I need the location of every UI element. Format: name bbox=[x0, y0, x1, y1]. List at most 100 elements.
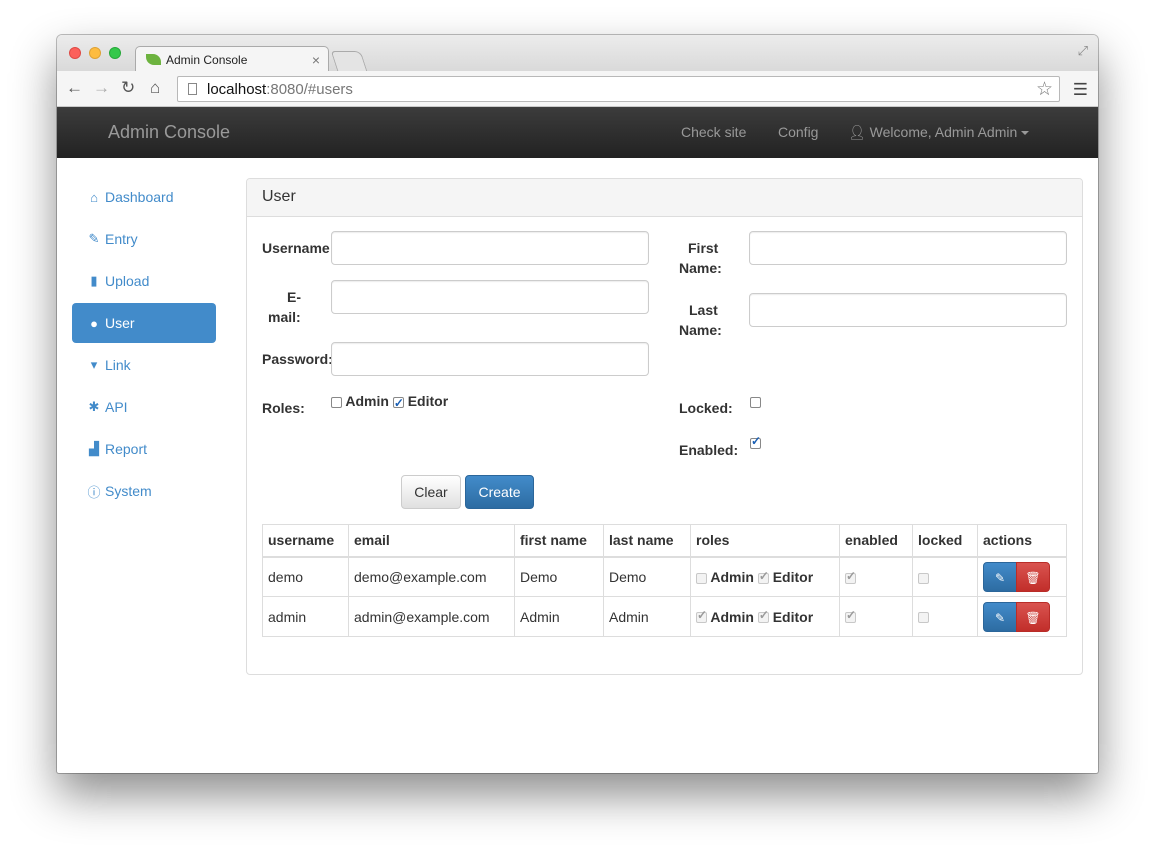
username-input[interactable] bbox=[331, 231, 649, 265]
home-button-icon[interactable]: ⌂ bbox=[150, 78, 160, 98]
reload-icon[interactable]: ↻ bbox=[121, 78, 135, 98]
sidebar-item-entry[interactable]: ✎ Entry bbox=[72, 219, 216, 259]
nav-config[interactable]: Config bbox=[778, 124, 818, 140]
col-locked: locked bbox=[912, 524, 978, 558]
create-button[interactable]: Create bbox=[465, 475, 534, 509]
clear-button[interactable]: Clear bbox=[401, 475, 461, 509]
sidebar-item-system[interactable]: ⓘ System bbox=[72, 471, 216, 511]
locked-checkbox[interactable] bbox=[750, 397, 761, 408]
user-icon: 👤︎ bbox=[848, 124, 866, 140]
app-navbar: Admin Console Check site Config 👤︎ Welco… bbox=[57, 107, 1098, 158]
home-icon: ⌂ bbox=[90, 189, 98, 205]
row-role-editor-checkbox bbox=[757, 608, 769, 624]
sidebar-item-label: Upload bbox=[105, 273, 150, 289]
lastname-input[interactable] bbox=[749, 293, 1067, 327]
url-path: :8080/#users bbox=[266, 80, 353, 98]
stats-icon: ▟ bbox=[89, 441, 99, 456]
minimize-window-button[interactable] bbox=[89, 47, 101, 59]
delete-button[interactable]: 🗑︎ bbox=[1016, 561, 1050, 592]
row-locked-checkbox bbox=[918, 572, 929, 584]
cell-locked bbox=[912, 596, 978, 637]
forward-arrow-icon[interactable]: → bbox=[93, 78, 110, 98]
sidebar-item-label: Entry bbox=[105, 231, 138, 247]
role-admin-checkbox[interactable] bbox=[331, 396, 342, 408]
sidebar-item-user[interactable]: ● User bbox=[72, 303, 216, 343]
cell-username: demo bbox=[262, 556, 349, 597]
email-label-line2: mail: bbox=[268, 309, 301, 325]
lastname-label-line1: Last bbox=[689, 302, 718, 318]
sidebar-item-upload[interactable]: ▮ Upload bbox=[72, 261, 216, 301]
lastname-label-line2: Name: bbox=[679, 322, 722, 338]
fullscreen-icon[interactable]: ⤢ bbox=[1078, 43, 1088, 59]
browser-toolbar: ← → ↻ ⌂ localhost:8080/#users ☆ ☰ bbox=[57, 71, 1098, 107]
cell-first-name: Admin bbox=[514, 596, 604, 637]
cell-first-name: Demo bbox=[514, 556, 604, 597]
new-tab-button[interactable] bbox=[330, 51, 368, 71]
cell-email: admin@example.com bbox=[348, 596, 515, 637]
cell-enabled bbox=[839, 596, 913, 637]
role-editor-label: Editor bbox=[407, 393, 449, 409]
password-input[interactable] bbox=[331, 342, 649, 376]
sidebar-item-dashboard[interactable]: ⌂ Dashboard bbox=[72, 177, 216, 217]
username-label: Username: bbox=[262, 240, 335, 256]
spring-leaf-icon bbox=[146, 54, 161, 65]
file-icon: ▮ bbox=[90, 273, 98, 288]
tab-close-icon[interactable]: × bbox=[312, 52, 320, 68]
sidebar-item-label: Dashboard bbox=[105, 189, 174, 205]
delete-button[interactable]: 🗑︎ bbox=[1016, 601, 1050, 632]
zoom-window-button[interactable] bbox=[109, 47, 121, 59]
table-row: demo demo@example.com Demo Demo Admin Ed… bbox=[262, 556, 1067, 597]
sidebar-item-report[interactable]: ▟ Report bbox=[72, 429, 216, 469]
browser-menu-icon[interactable]: ☰ bbox=[1073, 80, 1088, 100]
role-admin-label: Admin bbox=[345, 393, 389, 409]
browser-tab[interactable]: Admin Console × bbox=[135, 46, 329, 72]
panel-title: User bbox=[262, 188, 296, 205]
row-role-admin-checkbox bbox=[696, 572, 707, 584]
email-input[interactable] bbox=[331, 280, 649, 314]
browser-window: Admin Console × ⤢ ← → ↻ ⌂ localhost:8080… bbox=[57, 35, 1098, 773]
cell-actions: ✎ 🗑︎ bbox=[977, 556, 1067, 597]
col-last-name: last name bbox=[603, 524, 691, 558]
close-window-button[interactable] bbox=[69, 47, 81, 59]
sidebar-item-api[interactable]: ✱ API bbox=[72, 387, 216, 427]
enabled-checkbox[interactable] bbox=[750, 434, 761, 449]
browser-titlebar: Admin Console × ⤢ bbox=[57, 35, 1098, 72]
user-menu[interactable]: 👤︎ Welcome, Admin Admin bbox=[848, 124, 1030, 141]
caret-down-icon bbox=[1021, 131, 1030, 136]
firstname-input[interactable] bbox=[749, 231, 1067, 265]
cell-last-name: Admin bbox=[603, 596, 691, 637]
user-menu-label: Welcome, Admin Admin bbox=[869, 124, 1018, 140]
page-icon bbox=[188, 83, 197, 95]
trash-icon: 🗑︎ bbox=[1025, 610, 1041, 625]
sidebar-item-label: User bbox=[105, 315, 135, 331]
sidebar-item-link[interactable]: ▾ Link bbox=[72, 345, 216, 385]
cell-enabled bbox=[839, 556, 913, 597]
cell-actions: ✎ 🗑︎ bbox=[977, 596, 1067, 637]
col-roles: roles bbox=[690, 524, 840, 558]
firstname-label-line1: First bbox=[688, 240, 719, 256]
tab-title: Admin Console bbox=[166, 52, 248, 67]
edit-button[interactable]: ✎ bbox=[983, 601, 1017, 632]
address-bar[interactable]: localhost:8080/#users ☆ bbox=[177, 76, 1060, 102]
edit-icon: ✎ bbox=[994, 610, 1006, 625]
table-row: admin admin@example.com Admin Admin Admi… bbox=[262, 596, 1067, 637]
cell-locked bbox=[912, 556, 978, 597]
bookmark-star-icon[interactable]: ☆ bbox=[1036, 78, 1053, 101]
row-locked-checkbox bbox=[918, 612, 929, 624]
trash-icon: 🗑︎ bbox=[1025, 570, 1041, 585]
edit-button[interactable]: ✎ bbox=[983, 561, 1017, 592]
navbar-brand[interactable]: Admin Console bbox=[108, 122, 230, 143]
pencil-icon: ✎ bbox=[88, 231, 100, 246]
row-role-admin-checkbox bbox=[696, 608, 707, 624]
back-arrow-icon[interactable]: ← bbox=[66, 78, 83, 98]
asterisk-icon: ✱ bbox=[88, 399, 100, 414]
email-label-line1: E- bbox=[287, 289, 301, 305]
nav-check-site[interactable]: Check site bbox=[681, 124, 746, 140]
roles-label: Roles: bbox=[262, 400, 305, 416]
bookmark-icon: ▾ bbox=[90, 357, 98, 372]
cell-roles: Admin Editor bbox=[690, 596, 840, 637]
firstname-label-line2: Name: bbox=[679, 260, 722, 276]
row-role-editor-checkbox bbox=[757, 569, 769, 584]
role-editor-checkbox[interactable] bbox=[392, 393, 404, 413]
col-enabled: enabled bbox=[839, 524, 913, 558]
